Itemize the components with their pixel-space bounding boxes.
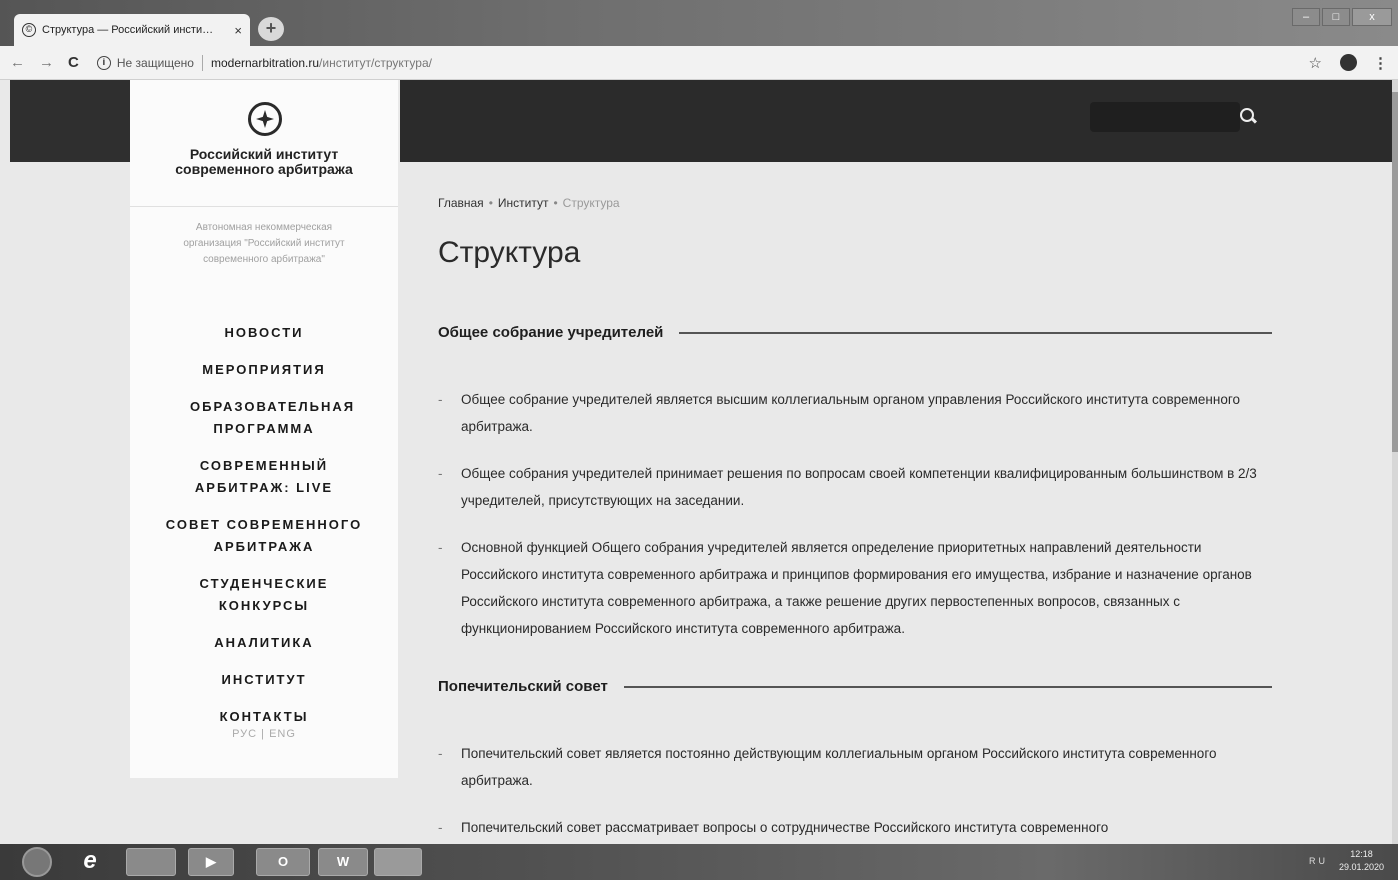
browser-menu-icon[interactable]: ⋮ [1373,54,1388,72]
page-scrollbar[interactable] [1392,80,1398,844]
tab-close-icon[interactable]: × [234,23,242,38]
scrollbar-thumb[interactable] [1392,92,1398,452]
menu-item-contests[interactable]: СТУДЕНЧЕСКИЕ КОНКУРСЫ [130,573,398,617]
list-item: - Попечительский совет является постоянн… [438,740,1268,794]
browser-tab-bar: © Структура — Российский инсти… × + – □ … [0,0,1398,46]
breadcrumb-institute[interactable]: Институт [498,196,549,210]
search-area[interactable] [1090,102,1240,132]
list-item-text: Попечительский совет является постоянно … [461,746,1217,788]
list-item-text: Основной функцией Общего собрания учреди… [461,540,1252,636]
list-item: - Попечительский совет рассматривает воп… [438,814,1268,841]
web-page: Российский институт современного арбитра… [0,80,1398,844]
explorer-taskbar-icon[interactable] [126,848,176,876]
menu-item-events[interactable]: МЕРОПРИЯТИЯ [130,359,398,381]
new-tab-button[interactable]: + [258,17,284,41]
breadcrumb-current: Структура [562,196,620,210]
site-favicon-icon: © [22,23,36,37]
url-path: /институт/структура/ [319,55,432,70]
language-switcher[interactable]: РУС | ENG [130,728,398,740]
system-clock[interactable]: 12:18 29.01.2020 [1339,848,1384,874]
menu-item-news[interactable]: НОВОСТИ [130,322,398,344]
breadcrumb: Главная • Институт • Структура [438,196,620,210]
section-title: Общее собрание учредителей [438,324,664,341]
menu-item-contacts[interactable]: КОНТАКТЫ [130,706,398,728]
os-taskbar: e ▶ O W RU 12:18 29.01.2020 [0,844,1398,880]
list-item-text: Общее собрание учредителей является высш… [461,392,1240,434]
site-title-line1: Российский институт [189,146,339,162]
maximize-button[interactable]: □ [1322,8,1350,26]
url-field[interactable]: modernarbitration.ru/институт/структура/ [211,56,1309,70]
site-title-line2: современного арбитража [175,161,353,177]
word-taskbar-icon[interactable]: W [318,848,368,876]
section-rule [679,331,1272,334]
breadcrumb-home[interactable]: Главная [438,196,484,210]
start-button[interactable] [22,847,52,877]
bullet-dash: - [438,466,443,481]
url-domain: modernarbitration.ru [210,55,320,70]
info-icon[interactable]: i [96,55,111,70]
section-title: Попечительский совет [438,678,608,695]
media-player-taskbar-icon[interactable]: ▶ [188,848,234,876]
bullet-dash: - [438,746,443,761]
section-heading-founders: Общее собрание учредителей [438,324,1272,341]
sidebar: Российский институт современного арбитра… [130,80,398,778]
browser-tab[interactable]: © Структура — Российский инсти… × [14,14,250,46]
bullet-dash: - [438,392,443,407]
forward-arrow-icon[interactable]: → [39,54,54,71]
menu-item-council[interactable]: СОВЕТ СОВРЕМЕННОГО АРБИТРАЖА [130,514,398,558]
address-bar: ← → C i Не защищено modernarbitration.ru… [0,46,1398,80]
reload-icon[interactable]: C [68,54,79,71]
menu-item-live[interactable]: СОВРЕМЕННЫЙ АРБИТРАЖ: LIVE [130,455,398,499]
header-band-left [10,80,130,162]
address-divider [201,54,203,71]
header-band [400,80,1392,162]
breadcrumb-separator: • [488,196,493,210]
list-item-text: Общее собрания учредителей принимает реш… [461,466,1257,508]
bookmark-star-icon[interactable]: ☆ [1309,54,1322,72]
system-tray-language[interactable]: RU [1309,856,1328,866]
tab-title: Структура — Российский инсти… [42,24,214,36]
list-item: - Общее собрание учредителей является вы… [438,386,1268,440]
site-tagline: Автономная некоммерческая организация "Р… [183,222,345,265]
window-controls: – □ x [1292,8,1392,26]
clock-time: 12:18 [1350,849,1373,859]
menu-item-education[interactable]: ОБРАЗОВАТЕЛЬНАЯ ПРОГРАММА [130,396,398,440]
breadcrumb-separator: • [553,196,558,210]
chrome-taskbar-icon[interactable] [374,848,422,876]
page-title: Структура [438,236,581,269]
search-icon[interactable] [1240,108,1258,126]
close-window-button[interactable]: x [1352,8,1392,26]
profile-avatar-icon[interactable] [1340,54,1357,71]
site-title[interactable]: Российский институт современного арбитра… [130,147,398,177]
back-arrow-icon[interactable]: ← [10,54,25,71]
list-item: - Основной функцией Общего собрания учре… [438,534,1268,642]
ie-taskbar-icon[interactable]: e [70,848,110,876]
bullet-dash: - [438,820,443,835]
outlook-taskbar-icon[interactable]: O [256,848,310,876]
section-heading-trustees: Попечительский совет [438,678,1272,695]
minimize-button[interactable]: – [1292,8,1320,26]
menu-item-institute[interactable]: ИНСТИТУТ [130,669,398,691]
institute-logo-icon[interactable] [248,102,282,136]
list-item-text: Попечительский совет рассматривает вопро… [461,820,1109,835]
sidebar-divider [130,206,398,207]
clock-date: 29.01.2020 [1338,862,1384,872]
main-menu: НОВОСТИ МЕРОПРИЯТИЯ ОБРАЗОВАТЕЛЬНАЯ ПРОГ… [130,322,398,740]
section-rule [623,685,1272,688]
list-item: - Общее собрания учредителей принимает р… [438,460,1268,514]
security-status[interactable]: Не защищено [117,56,194,70]
menu-item-analytics[interactable]: АНАЛИТИКА [130,632,398,654]
bullet-dash: - [438,540,443,555]
